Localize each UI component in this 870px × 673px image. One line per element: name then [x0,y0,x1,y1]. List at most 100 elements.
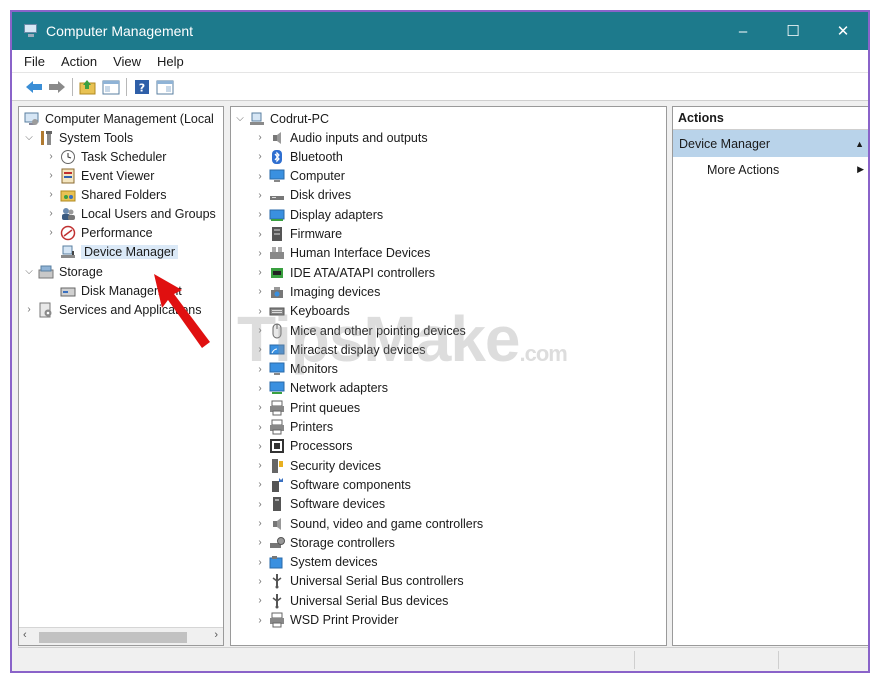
device-category-row[interactable]: › Universal Serial Bus controllers [254,572,464,591]
chevron-right-icon[interactable]: › [254,456,266,475]
device-category-row[interactable]: › IDE ATA/ATAPI controllers [254,263,435,282]
device-category-row[interactable]: › Software devices [254,495,385,514]
computer-icon [269,168,285,184]
collapse-up-icon[interactable]: ▲ [855,139,864,149]
chevron-right-icon[interactable]: › [254,514,266,533]
device-category-row[interactable]: › Print queues [254,398,360,417]
chevron-right-icon[interactable]: › [254,225,266,244]
show-hide-console-tree-icon[interactable] [101,77,121,97]
chevron-right-icon[interactable]: › [254,147,266,166]
chevron-right-icon[interactable]: › [23,300,35,319]
device-category-row[interactable]: › Universal Serial Bus devices [254,591,448,610]
chevron-right-icon[interactable]: › [254,282,266,301]
status-bar [18,647,868,671]
device-category-row[interactable]: › Computer [254,167,345,186]
up-folder-icon[interactable] [78,77,98,97]
device-category-row[interactable]: › Printers [254,418,333,437]
chevron-right-icon[interactable]: › [254,244,266,263]
chevron-right-icon[interactable]: › [254,321,266,340]
chevron-right-icon[interactable]: › [254,167,266,186]
tree-item-computer-management[interactable]: Computer Management (Local [21,109,214,128]
chevron-right-icon[interactable]: › [254,360,266,379]
chevron-right-icon[interactable]: › [254,418,266,437]
device-category-row[interactable]: › Display adapters [254,205,383,224]
chevron-down-icon[interactable]: ⌵ [23,128,35,147]
device-root-codrut-pc[interactable]: ⌵ Codrut-PC [234,109,329,128]
chevron-right-icon[interactable]: › [45,204,57,223]
horizontal-scrollbar[interactable]: ‹ › [19,627,223,645]
help-icon[interactable]: ? [132,77,152,97]
scroll-left-arrow-icon[interactable]: ‹ [23,629,27,641]
device-category-row[interactable]: › Imaging devices [254,282,380,301]
menu-help[interactable]: Help [157,54,184,69]
scroll-right-arrow-icon[interactable]: › [214,629,218,641]
chevron-right-icon[interactable]: › [254,340,266,359]
tree-item-disk-management[interactable]: Disk Management [57,281,182,300]
device-category-row[interactable]: › Processors [254,437,353,456]
forward-arrow-icon[interactable] [47,77,67,97]
tree-item-task-scheduler[interactable]: › Task Scheduler [45,147,166,166]
chevron-right-icon[interactable]: › [254,263,266,282]
device-category-row[interactable]: › Audio inputs and outputs [254,128,427,147]
device-category-row[interactable]: › Keyboards [254,302,349,321]
chevron-right-icon[interactable]: › [254,205,266,224]
toolbar: ? [12,73,868,101]
chevron-right-icon[interactable]: › [254,611,266,630]
device-category-row[interactable]: › WSD Print Provider [254,611,398,630]
chevron-right-icon[interactable]: › [254,591,266,610]
chevron-right-icon[interactable]: › [45,147,57,166]
device-manager-pane[interactable]: ⌵ Codrut-PC › Audio inputs and outputs › Bl… [230,106,667,646]
tree-item-shared-folders[interactable]: › Shared Folders [45,185,166,204]
device-category-row[interactable]: › Human Interface Devices [254,244,430,263]
more-actions-item[interactable]: More Actions ▶ [673,157,868,182]
device-category-label: Firmware [290,227,343,241]
chevron-right-icon[interactable]: › [254,572,266,591]
device-category-row[interactable]: › Security devices [254,456,381,475]
chevron-down-icon[interactable]: ⌵ [23,262,35,281]
chevron-right-icon[interactable]: › [254,398,266,417]
device-category-row[interactable]: › Monitors [254,360,338,379]
actions-section-device-manager[interactable]: Device Manager ▲ [673,130,868,157]
chevron-down-icon[interactable]: ⌵ [234,109,246,128]
chevron-right-icon[interactable]: › [254,437,266,456]
device-category-row[interactable]: › System devices [254,553,377,572]
chevron-right-icon[interactable]: › [254,128,266,147]
chevron-right-icon[interactable]: › [254,553,266,572]
minimize-button[interactable]: – [718,12,768,50]
chevron-right-icon[interactable]: › [45,185,57,204]
title-bar[interactable]: Computer Management – ☐ ✕ [12,12,868,50]
tree-item-performance[interactable]: › Performance [45,223,153,242]
tree-item-storage[interactable]: ⌵ Storage [23,262,103,281]
maximize-button[interactable]: ☐ [768,12,818,50]
tree-item-system-tools[interactable]: ⌵ System Tools [23,128,133,147]
menu-view[interactable]: View [113,54,141,69]
chevron-right-icon[interactable]: › [254,186,266,205]
chevron-right-icon[interactable]: › [254,533,266,552]
tree-item-event-viewer[interactable]: › Event Viewer [45,166,154,185]
device-category-row[interactable]: › Network adapters [254,379,388,398]
menu-action[interactable]: Action [61,54,97,69]
back-arrow-icon[interactable] [24,77,44,97]
chevron-right-icon[interactable]: › [45,223,57,242]
chevron-right-icon[interactable]: › [45,166,57,185]
device-category-row[interactable]: › Sound, video and game controllers [254,514,483,533]
chevron-right-icon[interactable]: › [254,302,266,321]
scrollbar-thumb[interactable] [39,632,187,643]
tree-item-device-manager[interactable]: Device Manager [57,242,179,261]
device-category-row[interactable]: › Firmware [254,225,342,244]
menu-file[interactable]: File [24,54,45,69]
device-category-row[interactable]: › Software components [254,475,411,494]
chevron-right-icon[interactable]: › [254,495,266,514]
chevron-right-icon[interactable]: › [254,379,266,398]
device-category-row[interactable]: › Bluetooth [254,147,343,166]
device-category-row[interactable]: › Storage controllers [254,533,395,552]
show-hide-action-pane-icon[interactable] [155,77,175,97]
tree-item-local-users-and-groups[interactable]: › Local Users and Groups [45,204,215,223]
device-category-row[interactable]: › Miracast display devices [254,340,425,359]
tree-item-services-and-applications[interactable]: › Services and Applications [23,300,201,319]
device-category-row[interactable]: › Disk drives [254,186,351,205]
close-button[interactable]: ✕ [818,12,868,50]
console-tree-pane[interactable]: Computer Management (Local ⌵ System Tool… [18,106,224,646]
device-category-row[interactable]: › Mice and other pointing devices [254,321,466,340]
chevron-right-icon[interactable]: › [254,475,266,494]
